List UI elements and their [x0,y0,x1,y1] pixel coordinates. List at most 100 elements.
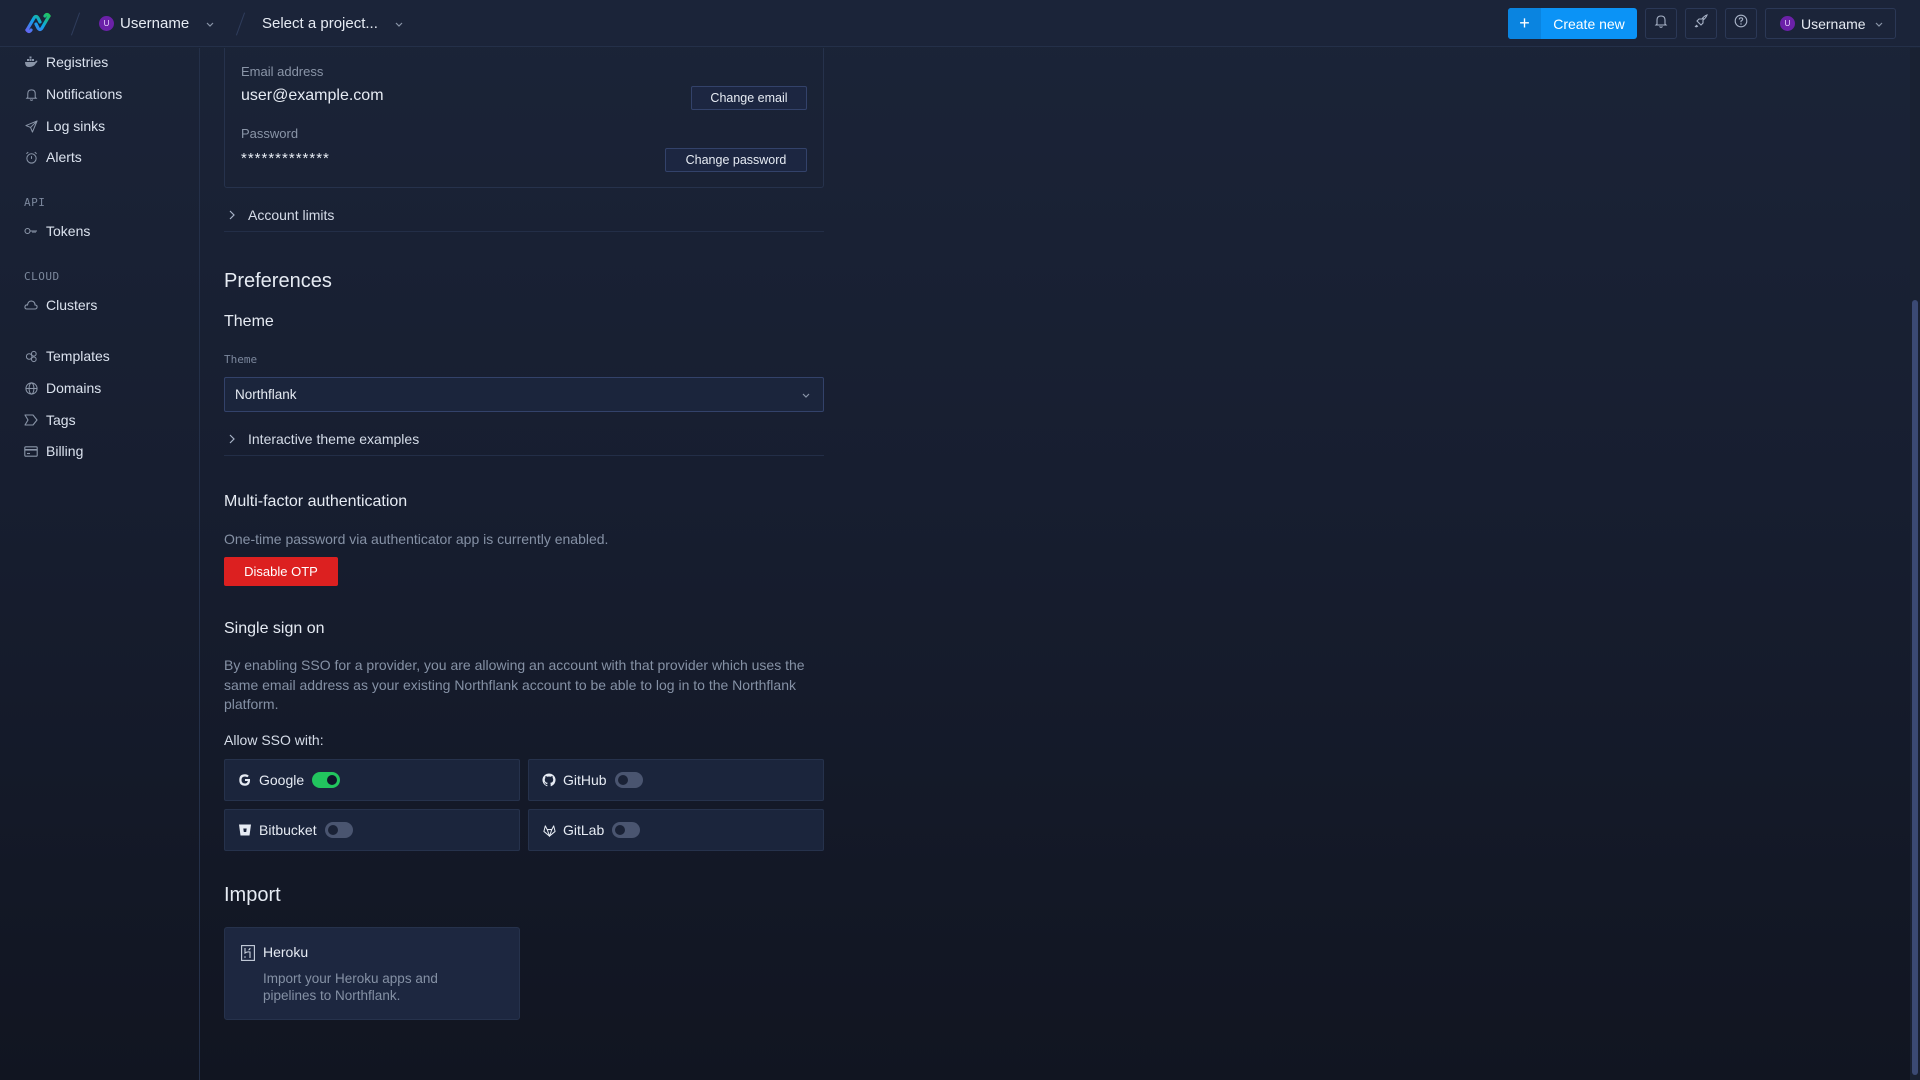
toggle-knob [615,825,626,835]
github-icon [541,772,557,788]
help-icon [1734,14,1748,33]
sidebar-item-tokens[interactable]: Tokens [24,219,90,243]
sidebar-group-cloud: CLOUD [24,270,60,283]
sidebar-item-billing[interactable]: Billing [24,439,83,463]
password-label: Password [241,126,299,141]
toggle-knob [617,775,628,785]
mfa-heading: Multi-factor authentication [224,493,408,510]
bell-icon [24,87,38,101]
sidebar-item-domains[interactable]: Domains [24,376,101,400]
gitlab-sso-toggle[interactable] [612,822,641,838]
sidebar-item-templates[interactable]: Templates [24,344,110,368]
help-button[interactable] [1725,8,1757,39]
bitbucket-sso-toggle[interactable] [324,822,353,838]
cloud-icon [24,298,38,312]
import-heroku-card[interactable]: Heroku Import your Heroku apps and pipel… [224,927,520,1020]
breadcrumb-separator [235,12,246,36]
theme-examples-toggle[interactable]: Interactive theme examples [224,422,824,456]
sso-provider-name: GitHub [563,772,607,788]
sidebar-item-label: Billing [46,443,84,459]
team-name: Username [120,15,190,32]
sso-provider-name: Bitbucket [259,822,317,838]
templates-icon [24,349,38,363]
sidebar-item-tags[interactable]: Tags [24,408,76,432]
email-value: user@example.com [241,87,384,104]
change-email-button[interactable]: Change email [691,86,807,110]
top-navbar: U Username Select a project... + Create … [0,0,1920,47]
docker-icon [24,55,38,69]
email-label: Email address [241,64,324,79]
key-icon [24,224,38,238]
sso-provider-name: GitLab [563,822,605,838]
sso-description: By enabling SSO for a provider, you are … [224,657,805,712]
sidebar-item-label: Clusters [46,297,98,313]
sso-provider-name: Google [259,772,305,788]
account-limits-toggle[interactable]: Account limits [224,198,824,232]
breadcrumb-separator [70,12,81,36]
toggle-knob [327,775,338,785]
user-name: Username [1801,15,1866,32]
project-name: Select a project... [262,15,378,32]
team-avatar: U [99,16,114,31]
sidebar-item-label: Tags [46,412,76,428]
bitbucket-icon [237,822,253,838]
change-password-button[interactable]: Change password [665,148,807,172]
sidebar-item-label: Notifications [46,86,123,102]
preferences-heading: Preferences [224,270,332,292]
alarm-icon [24,150,38,164]
theme-select[interactable]: Northflank [224,377,824,412]
mfa-status-text: One-time password via authenticator app … [224,531,609,547]
northflank-logo-icon[interactable] [24,12,52,34]
user-menu-button[interactable]: U Username [1765,8,1896,39]
sidebar-item-label: Alerts [46,149,82,165]
sso-provider-gitlab: GitLab [528,809,824,851]
sidebar-item-registries[interactable]: Registries [24,50,108,74]
sidebar-item-notifications[interactable]: Notifications [24,82,122,106]
tag-icon [24,413,38,427]
sso-provider-github: GitHub [528,759,824,801]
sidebar-item-label: Log sinks [46,118,106,134]
chevron-right-icon [228,434,242,444]
team-selector[interactable]: U Username [99,0,215,47]
sidebar-item-alerts[interactable]: Alerts [24,145,82,169]
theme-field-label: Theme [224,353,258,366]
gitlab-icon [541,822,557,838]
credit-card-icon [24,444,38,458]
bell-icon [1654,14,1668,33]
globe-icon [24,381,38,395]
disable-otp-button[interactable]: Disable OTP [224,557,338,586]
import-heading: Import [224,884,281,906]
sidebar-item-label: Templates [46,348,110,364]
sidebar-item-clusters[interactable]: Clusters [24,293,97,317]
plus-icon: + [1508,8,1541,39]
account-limits-label: Account limits [248,206,335,223]
deploy-button[interactable] [1685,8,1717,39]
theme-heading: Theme [224,313,274,330]
sidebar-group-api: API [24,196,46,209]
theme-examples-label: Interactive theme examples [248,430,420,447]
send-icon [24,119,38,133]
google-sso-toggle[interactable] [312,772,341,788]
sso-provider-google: Google [224,759,520,801]
heroku-icon [241,945,255,966]
chevron-down-icon [801,390,811,400]
allow-sso-label: Allow SSO with: [224,732,324,748]
project-selector[interactable]: Select a project... [262,0,404,47]
google-icon [237,772,253,788]
rocket-icon [1694,14,1708,33]
theme-select-value: Northflank [235,387,297,402]
create-new-label: Create new [1553,15,1625,32]
sidebar-item-label: Domains [46,380,102,396]
chevron-down-icon [205,19,215,29]
chevron-right-icon [228,210,242,220]
sso-provider-bitbucket: Bitbucket [224,809,520,851]
import-card-title: Heroku [263,944,309,960]
user-avatar: U [1780,16,1795,31]
github-sso-toggle[interactable] [614,772,643,788]
create-new-button[interactable]: + Create new [1508,8,1637,39]
sso-heading: Single sign on [224,620,325,637]
page-scrollbar-thumb[interactable] [1912,300,1918,1075]
chevron-down-icon [394,19,404,29]
notifications-button[interactable] [1645,8,1677,39]
sidebar-item-log-sinks[interactable]: Log sinks [24,114,105,138]
